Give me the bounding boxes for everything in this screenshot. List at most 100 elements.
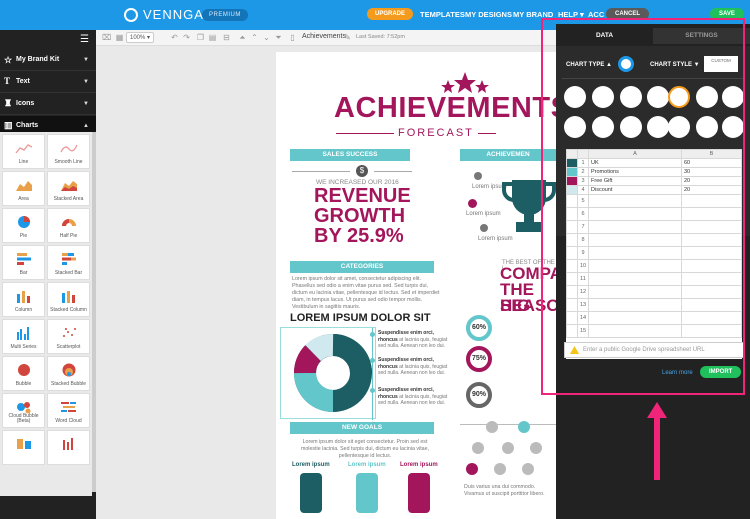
text-tool-icon[interactable]: ⌧ bbox=[102, 33, 111, 42]
leaf-icon bbox=[522, 463, 534, 475]
undo-icon[interactable]: ↶ bbox=[170, 33, 179, 42]
sidebar-label: Icons bbox=[16, 100, 35, 107]
donut-chart[interactable] bbox=[290, 330, 376, 416]
stacked-bubble-icon bbox=[62, 363, 76, 377]
delete-icon[interactable]: ▤ bbox=[208, 33, 217, 42]
premium-badge: PREMIUM bbox=[202, 9, 248, 21]
heart-icon bbox=[466, 463, 478, 475]
chevron-down-icon: ▼ bbox=[83, 101, 89, 107]
move-down-icon[interactable]: ⌄ bbox=[262, 33, 271, 42]
chart-type-line[interactable]: Line bbox=[2, 134, 45, 169]
stacked-bar-icon bbox=[62, 253, 76, 265]
chart-type-cloud-bubble[interactable]: Cloud Bubble (Beta) bbox=[2, 393, 45, 428]
chart-type-scatterplot[interactable]: Scatterplot bbox=[47, 319, 90, 354]
timeline-dot bbox=[370, 388, 375, 393]
smooth-line-icon bbox=[60, 144, 78, 153]
chevron-down-icon: ▼ bbox=[83, 79, 89, 85]
editor-toolbar: ⌧ ▦ 100% ▾ ↶ ↷ ❐ ▤ ⊟ ⏶ ⌃ ⌄ ⏷ ▯ Achieveme… bbox=[96, 30, 556, 46]
align-icon[interactable]: ⊟ bbox=[222, 33, 231, 42]
stacked-area-icon bbox=[61, 181, 77, 191]
activity-icon bbox=[530, 442, 542, 454]
nav-my-designs[interactable]: MY DESIGNS bbox=[465, 10, 512, 19]
infographic-canvas[interactable]: ACHIEVEMENTS FORECAST SALES SUCCESS ACHI… bbox=[276, 52, 572, 519]
chart-type-label: Stacked Bar bbox=[54, 270, 83, 276]
goal-tag-icon bbox=[408, 473, 430, 513]
menu-icon[interactable]: ☰ bbox=[80, 34, 89, 45]
text-icon: T bbox=[4, 76, 11, 86]
chart-type-stacked-bubble[interactable]: Stacked Bubble bbox=[47, 356, 90, 391]
sales-success-banner: SALES SUCCESS bbox=[290, 149, 410, 161]
divider bbox=[374, 171, 412, 172]
chart-type-column[interactable]: Column bbox=[2, 282, 45, 317]
chevron-up-icon: ▲ bbox=[83, 123, 89, 129]
sidebar-scrollbar[interactable] bbox=[92, 132, 96, 492]
chevron-down-icon: ▼ bbox=[83, 57, 89, 63]
chart-type-label: Pie bbox=[19, 233, 28, 239]
percent-ring: 75% bbox=[466, 346, 492, 372]
chart-type-label: Bubble bbox=[15, 381, 32, 387]
divider bbox=[292, 171, 350, 172]
activity-icon bbox=[502, 442, 514, 454]
multi-series-icon bbox=[17, 327, 29, 340]
copy-icon[interactable]: ❐ bbox=[196, 33, 205, 42]
chart-type-label: Word Cloud bbox=[55, 418, 82, 424]
sidebar-footer bbox=[0, 496, 96, 519]
nav-templates[interactable]: TEMPLATES bbox=[420, 10, 465, 19]
goal-tag-icon bbox=[356, 473, 378, 513]
pointer-arrow-icon bbox=[647, 402, 667, 480]
area-chart-icon bbox=[16, 181, 32, 191]
chart-type-stacked-area[interactable]: Stacked Area bbox=[47, 171, 90, 206]
scatterplot-icon bbox=[63, 328, 76, 337]
mic-icon bbox=[486, 421, 498, 433]
sidebar-item-text[interactable]: T Text ▼ bbox=[0, 72, 96, 93]
sidebar-item-icons[interactable]: ♜ Icons ▼ bbox=[0, 94, 96, 115]
goal-label: Lorem ipsum bbox=[292, 462, 330, 468]
bar-chart-icon bbox=[17, 253, 31, 265]
word-cloud-icon bbox=[61, 402, 76, 412]
activity-icon bbox=[472, 442, 484, 454]
chart-type-bubble[interactable]: Bubble bbox=[2, 356, 45, 391]
grid-icon[interactable]: ▦ bbox=[115, 33, 124, 42]
chart-type-multi-series[interactable]: Multi Series bbox=[2, 319, 45, 354]
edit-title-icon[interactable]: ✎ bbox=[343, 33, 352, 42]
chart-type-more-2[interactable] bbox=[47, 430, 90, 465]
check-icon bbox=[474, 172, 482, 180]
icons-icon: ♜ bbox=[4, 98, 13, 108]
bring-front-icon[interactable]: ⏶ bbox=[238, 33, 247, 42]
chart-type-smooth-line[interactable]: Smooth Line bbox=[47, 134, 90, 169]
timeline-dot bbox=[370, 332, 375, 337]
send-back-icon[interactable]: ⏷ bbox=[274, 33, 283, 42]
redo-icon[interactable]: ↷ bbox=[182, 33, 191, 42]
chart-type-grid: Line Smooth Line Area Stacked Area Pie H… bbox=[0, 132, 92, 496]
music-icon bbox=[518, 421, 530, 433]
upgrade-button[interactable]: UPGRADE bbox=[367, 8, 414, 20]
chart-icon bbox=[17, 439, 31, 449]
revenue-line-2: GROWTH bbox=[314, 205, 406, 227]
achievement-item: Lorem ipsum bbox=[478, 236, 513, 242]
sidebar-item-brand-kit[interactable]: ☆ My Brand Kit ▼ bbox=[0, 50, 96, 71]
chart-type-more-1[interactable] bbox=[2, 430, 45, 465]
zoom-select[interactable]: 100% ▾ bbox=[126, 32, 155, 43]
chart-type-pie[interactable]: Pie bbox=[2, 208, 45, 243]
chart-type-word-cloud[interactable]: Word Cloud bbox=[47, 393, 90, 428]
chart-type-label: Stacked Area bbox=[53, 196, 84, 202]
chart-type-stacked-column[interactable]: Stacked Column bbox=[47, 282, 90, 317]
lorem-dolor-heading: LOREM IPSUM DOLOR SIT bbox=[290, 312, 431, 324]
categories-text: Lorem ipsum dolor sit amet, consectetur … bbox=[292, 276, 440, 310]
column-chart-icon bbox=[17, 291, 30, 303]
move-up-icon[interactable]: ⌃ bbox=[250, 33, 259, 42]
sidebar-label: My Brand Kit bbox=[16, 56, 60, 63]
chart-icon bbox=[63, 438, 73, 450]
chart-type-half-pie[interactable]: Half Pie bbox=[47, 208, 90, 243]
logo-icon bbox=[124, 7, 138, 22]
food-icon bbox=[494, 463, 506, 475]
chart-icon: ▥ bbox=[4, 120, 13, 130]
chart-type-label: Scatterplot bbox=[56, 344, 81, 350]
infographic-subtitle: FORECAST bbox=[394, 127, 478, 139]
chart-type-bar[interactable]: Bar bbox=[2, 245, 45, 280]
chart-type-area[interactable]: Area bbox=[2, 171, 45, 206]
chart-type-stacked-bar[interactable]: Stacked Bar bbox=[47, 245, 90, 280]
chart-type-label: Area bbox=[18, 196, 29, 202]
bullet-item: Suspendisse enim orci, rhoncus at lacini… bbox=[378, 357, 450, 377]
document-title[interactable]: Achievements bbox=[302, 33, 346, 40]
